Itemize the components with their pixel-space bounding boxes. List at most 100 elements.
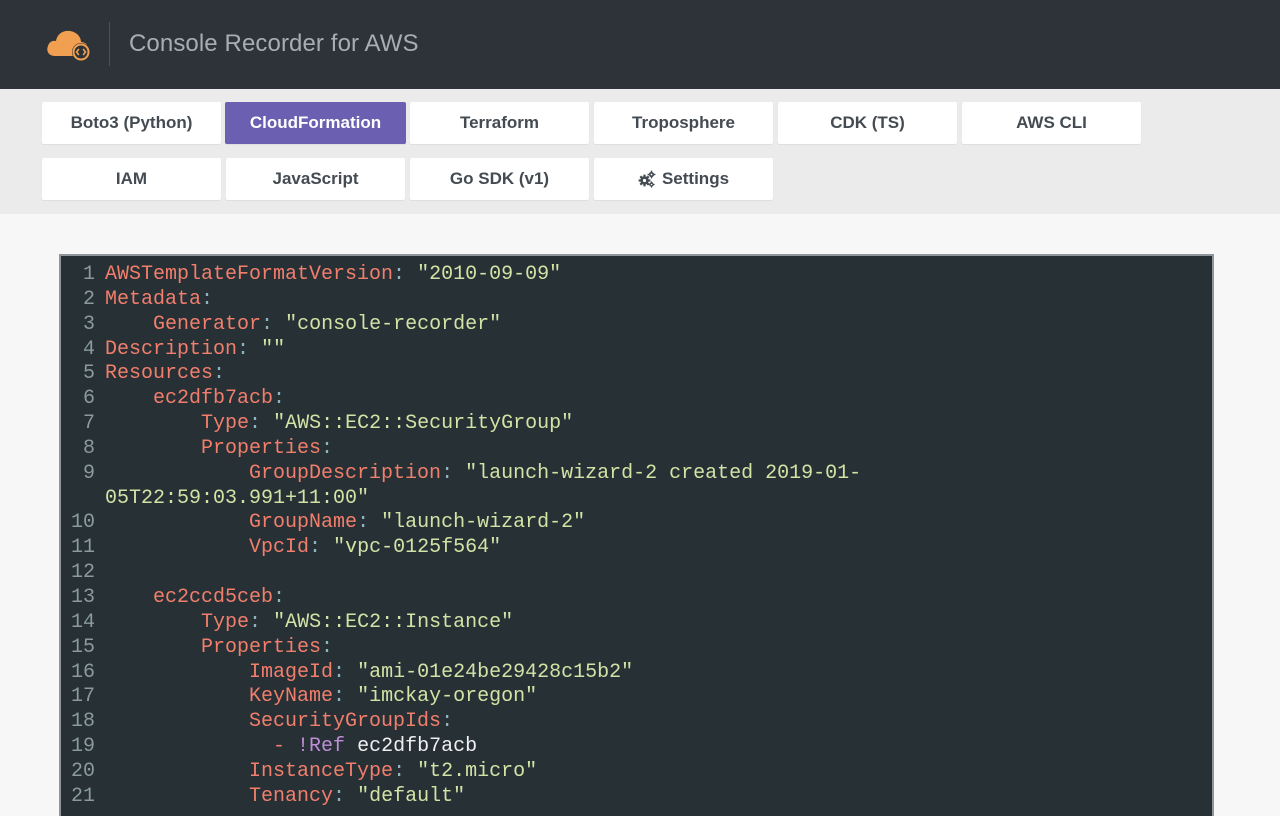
line-number: 7: [82, 412, 95, 436]
code-line: 12: [61, 561, 1212, 586]
line-number: 21: [70, 784, 95, 808]
code-line: 13 ec2ccd5ceb:: [61, 586, 1212, 611]
line-number: 9: [82, 461, 95, 485]
yaml-value: "imckay-oregon": [357, 685, 538, 709]
tab-label: Go SDK (v1): [449, 169, 550, 188]
line-number: 13: [70, 585, 95, 609]
code-line: 5 Resources:: [61, 362, 1212, 387]
code-line: 7 Type: "AWS::EC2::SecurityGroup": [61, 412, 1212, 437]
yaml-key: SecurityGroupIds: [249, 710, 442, 734]
tab-terraform[interactable]: Terraform: [410, 102, 589, 144]
line-number: 19: [70, 735, 95, 759]
code-text: Type: "AWS::EC2::SecurityGroup": [105, 412, 573, 437]
tab-label: AWS CLI: [1016, 113, 1087, 132]
tab-iam[interactable]: IAM: [42, 158, 221, 200]
code-text: Generator: "console-recorder": [105, 313, 501, 338]
code-line: 11 VpcId: "vpc-0125f564": [61, 536, 1212, 561]
tab-aws-cli[interactable]: AWS CLI: [962, 102, 1141, 144]
code-line: 16 ImageId: "ami-01e24be29428c15b2": [61, 661, 1212, 686]
yaml-tag: !Ref: [297, 735, 346, 759]
tab-label: CDK (TS): [830, 113, 905, 132]
yaml-key: Description: [105, 337, 238, 361]
yaml-value: 05T22:59:03.991+11:00": [105, 486, 370, 510]
tab-javascript[interactable]: JavaScript: [226, 158, 405, 200]
line-number: 18: [70, 710, 95, 734]
code-text: AWSTemplateFormatVersion: "2010-09-09": [105, 263, 562, 286]
tab-settings[interactable]: Settings: [594, 158, 773, 200]
code-line: 2 Metadata:: [61, 288, 1212, 313]
code-text: ec2ccd5ceb:: [105, 586, 285, 611]
code-text: - !Ref ec2dfb7acb: [105, 735, 477, 760]
code-line: 10 GroupName: "launch-wizard-2": [61, 511, 1212, 536]
yaml-value: "vpc-0125f564": [333, 536, 502, 560]
tab-troposphere[interactable]: Troposphere: [594, 102, 773, 144]
yaml-key: KeyName: [249, 685, 334, 709]
code-line: 6 ec2dfb7acb:: [61, 387, 1212, 412]
tab-label: IAM: [115, 169, 148, 188]
yaml-value: "ami-01e24be29428c15b2": [357, 660, 634, 684]
yaml-key: Tenancy: [249, 784, 334, 808]
yaml-key: Generator: [153, 312, 262, 336]
line-number: 2: [82, 287, 95, 311]
tab-cdk-ts[interactable]: CDK (TS): [778, 102, 957, 144]
code-line: 3 Generator: "console-recorder": [61, 313, 1212, 338]
tab-label: Troposphere: [632, 113, 735, 132]
tab-bar: Boto3 (Python) CloudFormation Terraform …: [0, 89, 1280, 214]
code-line: 9 GroupDescription: "launch-wizard-2 cre…: [61, 462, 1212, 487]
code-editor[interactable]: 1 AWSTemplateFormatVersion: "2010-09-09" 2…: [59, 254, 1214, 816]
code-text: KeyName: "imckay-oregon": [105, 685, 537, 710]
line-number: 5: [82, 362, 95, 386]
tab-go-sdk-v1[interactable]: Go SDK (v1): [410, 158, 589, 200]
line-number: 11: [70, 536, 95, 560]
tab-cloudformation[interactable]: CloudFormation: [225, 102, 406, 144]
line-number: 6: [82, 387, 95, 411]
code-text: InstanceType: "t2.micro": [105, 760, 537, 785]
yaml-value: "launch-wizard-2": [381, 511, 586, 535]
yaml-key: ImageId: [249, 660, 334, 684]
code-line: 1 AWSTemplateFormatVersion: "2010-09-09": [61, 263, 1212, 288]
code-text: VpcId: "vpc-0125f564": [105, 536, 501, 561]
yaml-value: "console-recorder": [285, 312, 502, 336]
code-line: 19 - !Ref ec2dfb7acb: [61, 735, 1212, 760]
tab-label: Boto3 (Python): [70, 113, 193, 132]
code-line: 20 InstanceType: "t2.micro": [61, 760, 1212, 785]
code-text: 05T22:59:03.991+11:00": [105, 487, 369, 512]
app-header: Console Recorder for AWS: [0, 0, 1280, 89]
line-number: 8: [82, 436, 95, 460]
yaml-key: Type: [201, 610, 250, 634]
yaml-value: "AWS::EC2::Instance": [273, 610, 514, 634]
app-title: Console Recorder for AWS: [129, 30, 419, 57]
line-number: 14: [70, 610, 95, 634]
tab-label: Terraform: [459, 113, 540, 132]
line-number: 10: [70, 511, 95, 535]
tab-boto3-python[interactable]: Boto3 (Python): [42, 102, 221, 144]
yaml-value: "": [261, 337, 286, 361]
line-number: 16: [70, 660, 95, 684]
yaml-key: ec2ccd5ceb: [153, 585, 274, 609]
code-text: Resources:: [105, 362, 226, 386]
yaml-key: Type: [201, 412, 250, 436]
tab-label: JavaScript: [272, 169, 359, 188]
code-text: Properties:: [105, 636, 333, 661]
code-text: SecurityGroupIds:: [105, 710, 453, 735]
line-number: 1: [82, 263, 95, 286]
code-text: Type: "AWS::EC2::Instance": [105, 611, 513, 636]
code-line: 4 Description: "": [61, 338, 1212, 363]
yaml-value: "AWS::EC2::SecurityGroup": [273, 412, 574, 436]
code-text: ImageId: "ami-01e24be29428c15b2": [105, 661, 633, 686]
yaml-key: InstanceType: [249, 759, 394, 783]
code-text: Tenancy: "default": [105, 785, 465, 810]
code-line: 17 KeyName: "imckay-oregon": [61, 685, 1212, 710]
code-content: 1 AWSTemplateFormatVersion: "2010-09-09" 2…: [61, 263, 1212, 810]
